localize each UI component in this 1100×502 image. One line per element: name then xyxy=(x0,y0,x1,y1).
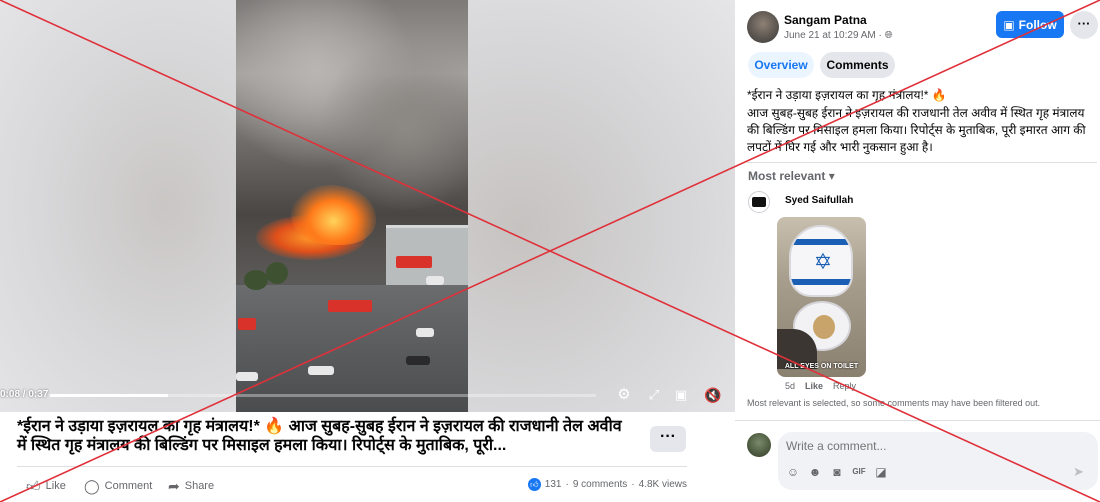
commenter-avatar[interactable] xyxy=(748,191,770,213)
post-side-panel: Sangam Patna June 21 at 10:29 AM · 🌐︎ ▣ … xyxy=(735,0,1100,502)
avatar-image xyxy=(752,197,766,207)
video-progress-bar[interactable] xyxy=(50,394,596,397)
post-more-options-button[interactable]: ··· xyxy=(1070,11,1098,39)
more-options-button[interactable]: ··· xyxy=(650,426,686,452)
video-player[interactable]: 0:08 / 0:37 ⚙ ⤢ ▣ 🔇 xyxy=(0,0,735,412)
like-label: Like xyxy=(45,480,66,492)
volume-muted-icon[interactable]: 🔇 xyxy=(704,386,722,404)
fire-truck xyxy=(396,256,432,268)
car xyxy=(236,372,258,381)
picture-in-picture-icon[interactable]: ▣ xyxy=(672,386,690,404)
post-caption: *ईरान ने उड़ाया इज़रायल का गृह मंत्रालय!… xyxy=(17,418,622,454)
post-date[interactable]: June 21 at 10:29 AM · 🌐︎ xyxy=(784,30,893,41)
like-button[interactable]: 👍︎ Like xyxy=(26,476,66,496)
tab-overview[interactable]: Overview xyxy=(748,52,814,78)
current-user-avatar[interactable] xyxy=(747,433,771,457)
video-blur-backdrop-right xyxy=(468,0,735,412)
fire-truck xyxy=(238,318,256,330)
emoji-icon[interactable]: ☻ xyxy=(808,465,822,479)
follow-button[interactable]: ▣ Follow xyxy=(996,11,1064,38)
speech-bubble-icon: ◯ xyxy=(84,477,100,494)
share-button[interactable]: ➦ Share xyxy=(168,476,214,496)
car xyxy=(308,366,334,375)
share-arrow-icon: ➦ xyxy=(168,477,180,494)
gif-icon[interactable]: GIF xyxy=(852,465,866,479)
camera-icon[interactable]: ◙ xyxy=(830,465,844,479)
video-time: 0:08 / 0:37 xyxy=(0,389,49,400)
thumbs-up-icon: 👍︎ xyxy=(26,477,41,494)
flag-stripe xyxy=(791,279,851,285)
follow-label: Follow xyxy=(1018,17,1057,32)
filter-note: Most relevant is selected, so some comme… xyxy=(747,398,1041,408)
post-caption-area: *ईरान ने उड़ाया इज़रायल का गृह मंत्रालय!… xyxy=(0,412,735,502)
sticker-icon[interactable]: ◪ xyxy=(874,465,888,479)
divider xyxy=(747,162,1097,163)
reaction-count[interactable]: 131 xyxy=(545,479,562,490)
comment-like-button[interactable]: Like xyxy=(805,381,823,391)
fire-truck xyxy=(328,300,372,312)
tab-comments[interactable]: Comments xyxy=(820,52,895,78)
comment-composer[interactable]: ☺ ☻ ◙ GIF ◪ ➤ xyxy=(778,432,1098,490)
globe-icon: 🌐︎ xyxy=(884,30,893,41)
toilet-lid-flag: ✡ xyxy=(789,225,853,297)
comment-image[interactable]: ✡ ALL EYES ON TOILET xyxy=(777,217,866,377)
avatar-sticker-icon[interactable]: ☺ xyxy=(786,465,800,479)
comment-button[interactable]: ◯ Comment xyxy=(84,476,152,496)
comment-time[interactable]: 5d xyxy=(785,381,795,391)
post-title: *ईरान ने उड़ाया इज़रायल का गृह मंत्रालय!… xyxy=(747,88,947,102)
car xyxy=(416,328,434,337)
stats-separator: · xyxy=(631,479,635,490)
stats-separator: · xyxy=(565,479,569,490)
video-frame xyxy=(236,0,468,412)
fullscreen-icon[interactable]: ⤢ xyxy=(645,386,663,404)
comment-input[interactable] xyxy=(786,437,1086,455)
settings-gear-icon[interactable]: ⚙ xyxy=(615,386,633,404)
author-avatar[interactable] xyxy=(747,11,779,43)
send-icon[interactable]: ➤ xyxy=(1073,464,1084,480)
share-label: Share xyxy=(184,480,215,492)
face-photo xyxy=(813,315,835,339)
tree xyxy=(266,262,288,284)
video-blur-backdrop-left xyxy=(0,0,236,412)
comment-reply-button[interactable]: Reply xyxy=(833,381,856,391)
star-of-david-icon: ✡ xyxy=(813,249,833,274)
comment-sort-dropdown[interactable]: Most relevant ▾ xyxy=(748,169,835,183)
car xyxy=(426,276,444,285)
comment-meta: 5d Like Reply xyxy=(785,381,856,391)
comment-count[interactable]: 9 comments xyxy=(573,479,627,490)
car xyxy=(406,356,430,365)
follow-icon: ▣ xyxy=(1003,17,1015,32)
like-reaction-icon: 👍︎ xyxy=(527,478,541,491)
comment-image-caption: ALL EYES ON TOILET xyxy=(784,363,859,370)
post-date-text: June 21 at 10:29 AM · xyxy=(784,30,885,41)
divider xyxy=(735,420,1100,421)
commenter-name[interactable]: Syed Saifullah xyxy=(785,195,853,206)
divider xyxy=(17,466,687,467)
post-body: आज सुबह-सुबह ईरान ने इज़रायल की राजधानी … xyxy=(747,106,1086,154)
author-name[interactable]: Sangam Patna xyxy=(784,13,867,27)
view-count: 4.8K views xyxy=(638,479,687,490)
post-stats: 👍︎ 131 · 9 comments · 4.8K views xyxy=(527,478,687,491)
comment-label: Comment xyxy=(104,480,153,492)
video-progress-fill xyxy=(50,394,168,397)
flag-stripe xyxy=(791,239,851,245)
tree xyxy=(244,270,268,290)
